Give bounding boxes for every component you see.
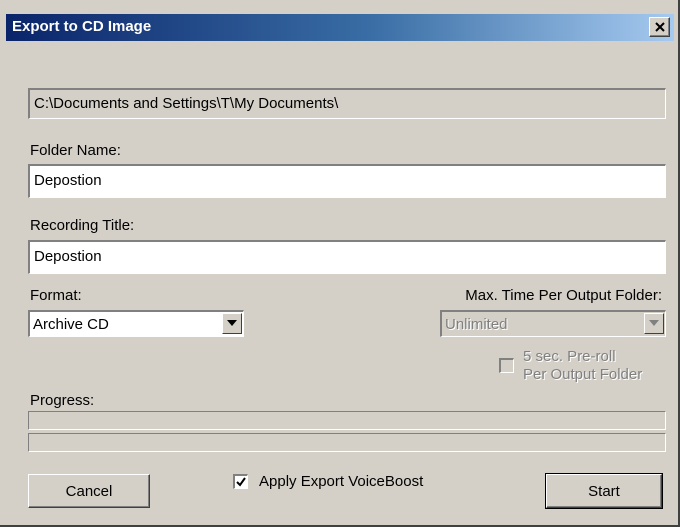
path-display: C:\Documents and Settings\T\My Documents…	[28, 88, 666, 119]
preroll-label-line1: 5 sec. Pre-roll	[523, 348, 616, 365]
chevron-down-icon	[649, 320, 659, 326]
max-time-label: Max. Time Per Output Folder:	[465, 287, 662, 304]
voiceboost-label: Apply Export VoiceBoost	[259, 473, 424, 490]
close-icon	[655, 22, 665, 32]
path-text: C:\Documents and Settings\T\My Documents…	[34, 95, 339, 112]
format-label: Format:	[30, 287, 82, 304]
max-time-dropdown-button[interactable]	[644, 313, 664, 334]
folder-name-input[interactable]: Depostion	[28, 164, 666, 198]
folder-name-label: Folder Name:	[30, 142, 121, 159]
export-dialog: Export to CD Image C:\Documents and Sett…	[0, 0, 680, 527]
progress-bar-1	[28, 411, 666, 430]
recording-title-input[interactable]: Depostion	[28, 240, 666, 274]
progress-bar-2	[28, 433, 666, 452]
format-select[interactable]: Archive CD	[28, 310, 244, 337]
recording-title-value: Depostion	[34, 248, 102, 265]
preroll-label: 5 sec. Pre-roll Per Output Folder	[523, 348, 642, 384]
preroll-checkbox[interactable]	[499, 358, 514, 373]
progress-label: Progress:	[30, 392, 95, 409]
format-dropdown-button[interactable]	[222, 313, 242, 334]
checkmark-icon	[236, 477, 246, 487]
max-time-select[interactable]: Unlimited	[440, 310, 666, 337]
window-title: Export to CD Image	[12, 18, 152, 35]
recording-title-label: Recording Title:	[30, 217, 135, 234]
preroll-label-line2: Per Output Folder	[523, 366, 643, 383]
start-button[interactable]: Start	[545, 473, 663, 509]
format-selected-value: Archive CD	[33, 316, 109, 333]
title-bar[interactable]: Export to CD Image	[6, 14, 674, 41]
voiceboost-checkbox[interactable]	[233, 474, 248, 489]
close-button[interactable]	[649, 17, 670, 37]
folder-name-value: Depostion	[34, 172, 102, 189]
chevron-down-icon	[227, 320, 237, 326]
cancel-button[interactable]: Cancel	[28, 474, 150, 508]
max-time-selected-value: Unlimited	[445, 316, 508, 333]
